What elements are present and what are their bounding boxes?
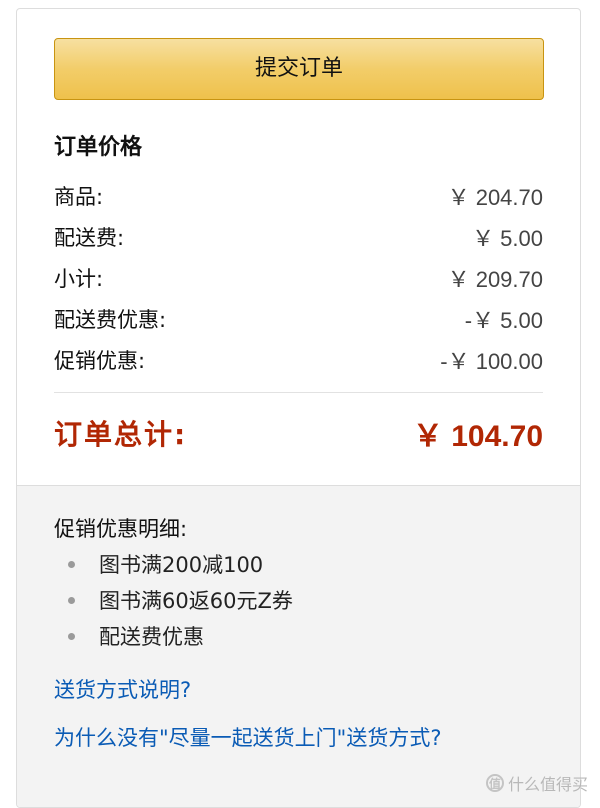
watermark-logo-icon: 值 (485, 774, 504, 792)
promo-list-item: 配送费优惠 (68, 618, 543, 654)
promo-list: 图书满200减100 图书满60返60元Z券 配送费优惠 (54, 546, 543, 654)
promo-item-label: 配送费优惠 (99, 625, 204, 649)
price-row-shipping-discount: 配送费优惠: -￥ 5.00 (54, 298, 543, 339)
promo-item-label: 图书满60返60元Z券 (99, 589, 293, 613)
submit-order-button[interactable]: 提交订单 (54, 38, 544, 100)
price-row-promo-discount: 促销优惠: -￥ 100.00 (54, 339, 543, 380)
price-row-items: 商品: ￥ 204.70 (54, 175, 543, 216)
promo-list-item: 图书满60返60元Z券 (68, 582, 543, 618)
promo-list-item: 图书满200减100 (68, 546, 543, 582)
order-price-title: 订单价格 (54, 135, 143, 160)
price-row-value: ￥ 204.70 (447, 184, 543, 210)
price-row-value: -￥ 5.00 (464, 307, 543, 333)
price-row-label: 配送费优惠: (54, 307, 167, 332)
order-summary-top: 提交订单 订单价格 商品: ￥ 204.70 配送费: ￥ 5.00 小计: ￥… (17, 9, 580, 485)
watermark-text: 什么值得买 (507, 775, 588, 794)
watermark: 值 什么值得买 (485, 771, 588, 795)
price-row-label: 小计: (54, 266, 104, 291)
bullet-icon (68, 596, 75, 604)
order-total: 订单总计: ￥ 104.70 (54, 393, 543, 473)
delivery-info-link[interactable]: 送货方式说明? (54, 674, 543, 706)
price-row-subtotal: 小计: ￥ 209.70 (54, 257, 543, 298)
price-row-label: 商品: (54, 184, 104, 209)
price-row-value: ￥ 5.00 (472, 225, 543, 251)
bullet-icon (68, 560, 75, 568)
why-not-combined-delivery-link[interactable]: 为什么没有"尽量一起送货上门"送货方式? (54, 722, 543, 754)
price-row-value: ￥ 209.70 (447, 266, 543, 292)
order-total-label: 订单总计: (54, 418, 188, 451)
order-summary-panel: 提交订单 订单价格 商品: ￥ 204.70 配送费: ￥ 5.00 小计: ￥… (16, 8, 581, 808)
promo-details-title: 促销优惠明细: (54, 517, 188, 541)
price-rows: 商品: ￥ 204.70 配送费: ￥ 5.00 小计: ￥ 209.70 配送… (54, 175, 543, 380)
price-row-label: 配送费: (54, 225, 125, 250)
promo-details-section: 促销优惠明细: 图书满200减100 图书满60返60元Z券 配送费优惠 送货方… (17, 485, 580, 807)
price-row-label: 促销优惠: (54, 348, 146, 373)
price-row-value: -￥ 100.00 (440, 348, 543, 374)
promo-item-label: 图书满200减100 (99, 553, 264, 577)
order-total-value: ￥ 104.70 (412, 420, 543, 453)
price-row-shipping: 配送费: ￥ 5.00 (54, 216, 543, 257)
bullet-icon (68, 632, 75, 640)
